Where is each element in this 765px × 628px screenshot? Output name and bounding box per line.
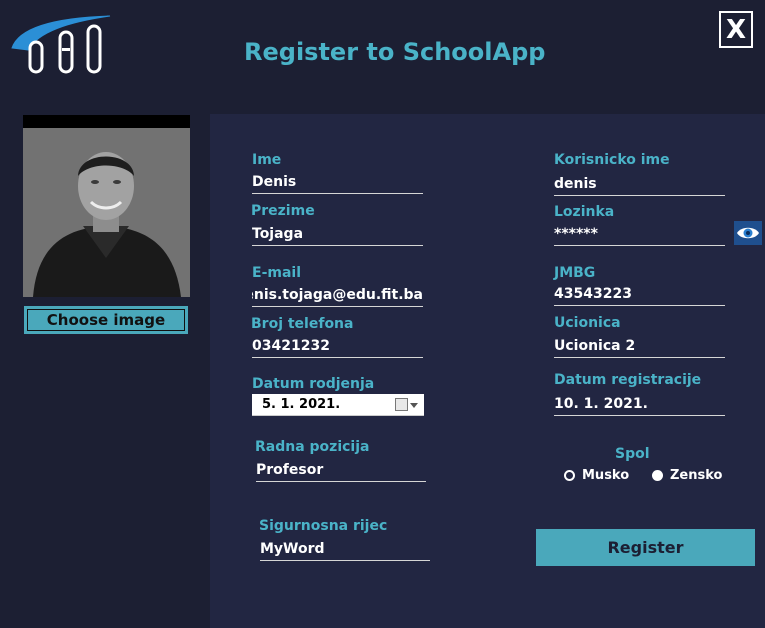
datum-registracije-label: Datum registracije xyxy=(554,372,702,388)
radio-musko-label[interactable]: Musko xyxy=(582,468,629,483)
spol-label: Spol xyxy=(615,446,650,462)
datum-rodjenja-label: Datum rodjenja xyxy=(252,376,375,392)
choose-image-label: Choose image xyxy=(27,309,185,331)
prezime-field[interactable]: Tojaga xyxy=(252,223,423,246)
korisnicko-ime-field[interactable]: denis xyxy=(554,173,725,196)
person-photo xyxy=(23,128,190,297)
fit-logo xyxy=(11,15,111,74)
eye-icon xyxy=(737,227,759,239)
sigurnosna-rijec-label: Sigurnosna rijec xyxy=(259,518,388,534)
register-button[interactable]: Register xyxy=(536,529,755,566)
ime-field[interactable]: Denis xyxy=(252,171,423,194)
email-value: denis.tojaga@edu.fit.ba xyxy=(252,287,423,303)
chevron-down-icon[interactable] xyxy=(410,403,418,408)
choose-image-button[interactable]: Choose image xyxy=(24,306,188,334)
jmbg-field[interactable]: 43543223 xyxy=(554,283,725,306)
sigurnosna-rijec-field[interactable]: MyWord xyxy=(260,538,430,561)
ucionica-field[interactable]: Ucionica 2 xyxy=(554,335,725,358)
close-icon: X xyxy=(725,14,747,45)
radio-musko[interactable] xyxy=(564,470,575,481)
lozinka-label: Lozinka xyxy=(554,204,615,220)
ucionica-label: Ucionica xyxy=(554,315,621,331)
telefon-label: Broj telefona xyxy=(251,316,354,332)
prezime-label: Prezime xyxy=(251,203,315,219)
email-label: E-mail xyxy=(252,265,302,281)
lozinka-field[interactable]: ****** xyxy=(554,223,725,246)
radio-zensko-label[interactable]: Zensko xyxy=(670,468,722,483)
radna-pozicija-field[interactable]: Profesor xyxy=(256,459,426,482)
datum-rodjenja-picker[interactable]: 5. 1. 2021. xyxy=(252,394,424,416)
radio-zensko[interactable] xyxy=(652,470,663,481)
jmbg-label: JMBG xyxy=(554,265,596,281)
datum-registracije-field: 10. 1. 2021. xyxy=(554,393,725,416)
page-title: Register to SchoolApp xyxy=(244,38,546,66)
close-button[interactable]: X xyxy=(719,11,753,48)
show-password-button[interactable] xyxy=(734,221,762,245)
ime-label: Ime xyxy=(252,152,282,168)
calendar-icon xyxy=(395,398,408,411)
datum-rodjenja-value: 5. 1. 2021. xyxy=(262,397,341,412)
profile-photo xyxy=(23,115,190,297)
radna-pozicija-label: Radna pozicija xyxy=(255,439,370,455)
telefon-field[interactable]: 03421232 xyxy=(252,335,423,358)
email-field[interactable]: denis.tojaga@edu.fit.ba xyxy=(252,284,423,307)
korisnicko-ime-label: Korisnicko ime xyxy=(554,152,670,168)
